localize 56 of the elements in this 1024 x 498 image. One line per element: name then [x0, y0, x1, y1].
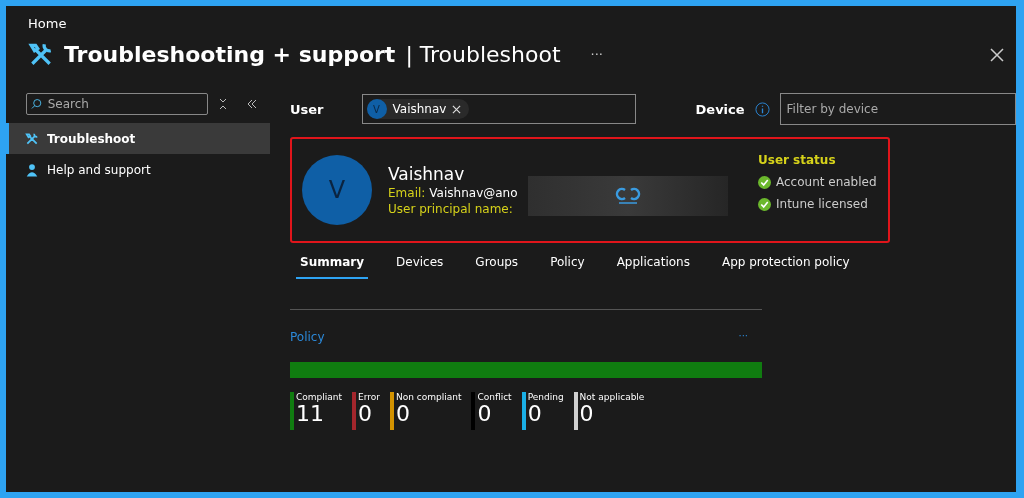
device-field[interactable]: Filter by device [779, 93, 1016, 125]
avatar: V [366, 99, 387, 119]
upn-label: User principal name: [388, 202, 513, 216]
status-item: Intune licensed [758, 197, 877, 211]
link-icon [613, 187, 643, 205]
hide-sidebar-button[interactable] [246, 99, 258, 109]
close-icon [990, 48, 1004, 62]
legend-value: 0 [579, 402, 595, 426]
search-input[interactable]: Search [45, 96, 203, 112]
panel-title: Policy [290, 330, 325, 344]
collapse-all-button[interactable] [218, 98, 228, 110]
email-label: Email: [388, 186, 426, 200]
legend-value: 0 [395, 402, 411, 426]
legend-value: 11 [296, 402, 324, 426]
info-icon[interactable] [754, 101, 770, 117]
more-button[interactable]: ··· [590, 46, 603, 62]
sidebar-item[interactable]: Troubleshoot [6, 123, 270, 154]
legend-label: Non compliant [395, 392, 462, 402]
search-field[interactable]: Search [26, 93, 208, 115]
legend-label: Pending [527, 392, 564, 402]
user-name: Vaishnav [388, 164, 466, 184]
legend-value: 0 [358, 402, 374, 426]
tab[interactable]: Policy [546, 251, 589, 279]
avatar: V [302, 155, 372, 225]
legend-label: Not applicable [579, 392, 645, 402]
legend-value: 0 [527, 402, 542, 426]
check-icon [758, 197, 771, 211]
tab[interactable]: Applications [612, 251, 694, 279]
tab[interactable]: App protection policy [717, 251, 854, 279]
person-icon [25, 162, 39, 177]
more-button[interactable]: ··· [738, 330, 748, 344]
device-label: Device [695, 101, 745, 117]
tab[interactable]: Groups [471, 251, 523, 279]
tab[interactable]: Devices [392, 251, 448, 279]
legend-label: Conflict [477, 392, 512, 402]
tools-icon [28, 41, 54, 67]
sidebar-item[interactable]: Help and support [6, 154, 270, 185]
user-chip[interactable]: V Vaishnav [366, 99, 470, 119]
page-subtitle: | Troubleshoot [405, 41, 561, 67]
tab[interactable]: Summary [296, 251, 369, 279]
breadcrumb[interactable]: Home [28, 16, 1016, 31]
status-item: Account enabled [758, 175, 877, 189]
legend-value: 0 [477, 402, 493, 426]
email-value: Vaishnav@ano [429, 186, 518, 200]
legend-label: Error [358, 392, 380, 402]
close-icon[interactable] [452, 104, 462, 114]
user-field[interactable]: V Vaishnav [361, 94, 636, 124]
collapse-icon [218, 98, 228, 110]
user-label: User [290, 101, 324, 117]
page-title: Troubleshooting + support [64, 41, 396, 67]
tools-icon [25, 131, 39, 146]
check-icon [758, 175, 771, 189]
legend-label: Compliant [296, 392, 343, 402]
search-icon [31, 98, 42, 110]
double-chevron-icon [246, 99, 258, 109]
status-title: User status [758, 153, 837, 167]
